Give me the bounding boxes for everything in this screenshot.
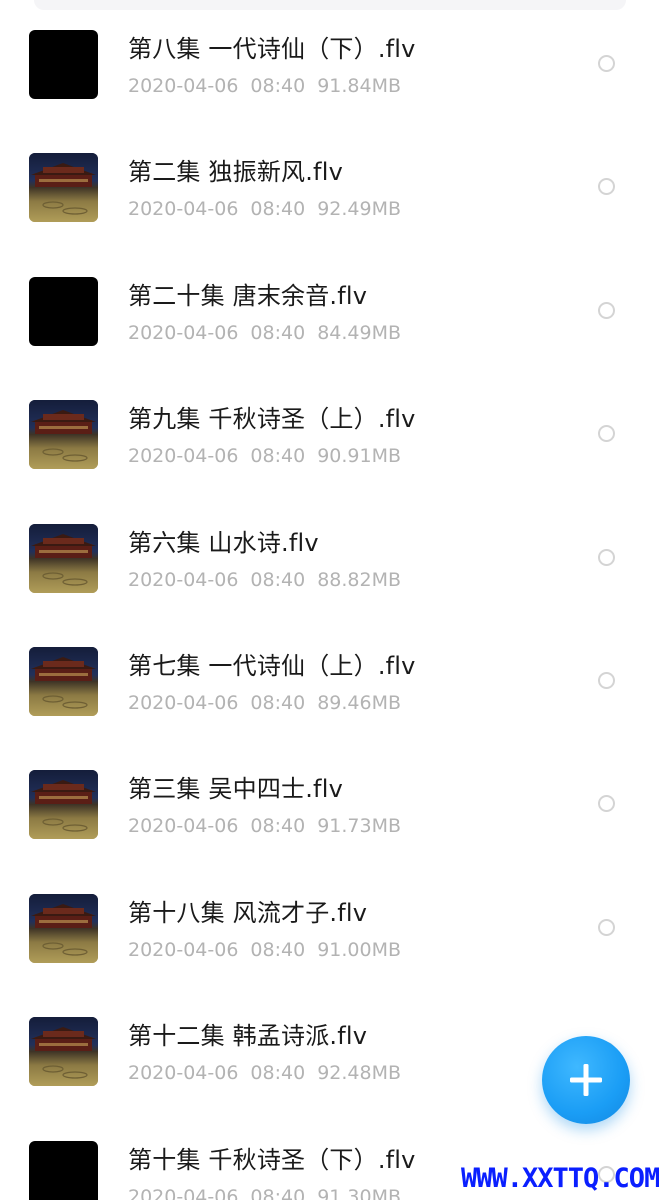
add-button[interactable] [542,1036,630,1124]
file-list-screen: 第八集 一代诗仙（下）.flv 2020-04-06 08:40 91.84MB 第二集… [0,0,659,1200]
select-radio[interactable] [598,548,615,566]
video-thumbnail [29,893,98,963]
file-meta: 2020-04-06 08:40 91.84MB [128,75,413,97]
file-time: 08:40 [250,1062,306,1085]
file-name: 第二集 独振新风.flv [128,158,343,187]
file-time: 08:40 [250,75,306,97]
file-name: 第二十集 唐末余音.flv [128,281,368,310]
select-radio[interactable] [598,55,615,72]
file-date: 2020-04-06 [128,1185,239,1200]
file-time: 08:40 [250,1185,306,1200]
file-meta: 2020-04-06 08:40 91.73MB [128,815,413,837]
file-date: 2020-04-06 [128,198,239,221]
file-name: 第十八集 风流才子.flv [128,898,368,927]
video-thumbnail [29,647,98,716]
file-date: 2020-04-06 [128,815,239,838]
video-thumbnail [29,523,98,593]
file-list-item[interactable]: 第二十集 唐末余音.flv 2020-04-06 08:40 84.49MB [0,246,659,369]
file-date: 2020-04-06 [128,321,239,344]
file-meta: 2020-04-06 08:40 89.46MB [128,692,413,714]
file-time: 08:40 [250,198,306,221]
file-list-item[interactable]: 第七集 一代诗仙（上）.flv 2020-04-06 08:40 89.46MB [0,616,659,739]
file-size: 84.49MB [317,321,402,344]
file-date: 2020-04-06 [128,568,239,591]
file-meta: 2020-04-06 08:40 92.49MB [128,198,413,220]
video-thumbnail-image [29,770,98,840]
file-time: 08:40 [250,815,306,838]
file-time: 08:40 [250,321,306,344]
video-thumbnail [29,1140,98,1200]
plus-icon [570,1064,602,1096]
video-thumbnail [29,1017,98,1087]
file-size: 91.30MB [317,1185,402,1200]
file-list-item[interactable]: 第八集 一代诗仙（下）.flv 2020-04-06 08:40 91.84MB [0,0,659,122]
select-radio[interactable] [598,918,615,936]
select-radio[interactable] [598,178,615,196]
video-thumbnail [29,30,98,99]
video-thumbnail [29,400,98,470]
file-size: 91.00MB [317,938,402,961]
file-time: 08:40 [250,568,306,591]
select-radio[interactable] [598,672,615,689]
file-name: 第七集 一代诗仙（上）.flv [128,652,416,680]
file-size: 91.84MB [317,75,402,97]
file-name: 第十集 千秋诗圣（下）.flv [128,1145,416,1174]
file-size: 91.73MB [317,815,402,838]
file-list-item[interactable]: 第九集 千秋诗圣（上）.flv 2020-04-06 08:40 90.91MB [0,369,659,492]
video-thumbnail-image [29,523,98,593]
video-thumbnail-image [29,647,98,716]
video-thumbnail-image [29,153,98,223]
file-name: 第八集 一代诗仙（下）.flv [128,35,416,63]
file-list-item[interactable]: 第三集 吴中四士.flv 2020-04-06 08:40 91.73MB [0,739,659,862]
file-size: 92.49MB [317,198,402,221]
file-name: 第十二集 韩孟诗派.flv [128,1022,368,1051]
select-radio[interactable] [598,301,615,319]
file-name: 第六集 山水诗.flv [128,528,319,557]
file-list-item[interactable]: 第十八集 风流才子.flv 2020-04-06 08:40 91.00MB [0,863,659,986]
video-thumbnail-image [29,1017,98,1087]
file-size: 90.91MB [317,445,402,468]
select-radio[interactable] [598,425,615,443]
file-meta: 2020-04-06 08:40 88.82MB [128,569,413,591]
file-list-item[interactable]: 第六集 山水诗.flv 2020-04-06 08:40 88.82MB [0,493,659,616]
video-thumbnail [29,276,98,346]
file-meta: 2020-04-06 08:40 91.30MB [128,1186,413,1200]
file-name: 第九集 千秋诗圣（上）.flv [128,405,416,434]
file-time: 08:40 [250,445,306,468]
file-date: 2020-04-06 [128,75,239,97]
file-date: 2020-04-06 [128,1062,239,1085]
video-thumbnail-image [29,893,98,963]
file-time: 08:40 [250,692,306,714]
file-meta: 2020-04-06 08:40 91.00MB [128,939,413,961]
file-meta: 2020-04-06 08:40 92.48MB [128,1062,413,1084]
file-size: 88.82MB [317,568,402,591]
select-radio[interactable] [598,795,615,813]
file-date: 2020-04-06 [128,445,239,468]
file-name: 第三集 吴中四士.flv [128,775,343,804]
file-size: 89.46MB [317,692,402,714]
file-date: 2020-04-06 [128,692,239,714]
file-meta: 2020-04-06 08:40 90.91MB [128,445,413,467]
file-size: 92.48MB [317,1062,402,1085]
watermark-text: WWW.XXTTQ.COM [461,1163,659,1194]
video-thumbnail [29,153,98,223]
video-thumbnail [29,770,98,840]
file-time: 08:40 [250,938,306,961]
file-meta: 2020-04-06 08:40 84.49MB [128,322,413,344]
file-list-item[interactable]: 第二集 独振新风.flv 2020-04-06 08:40 92.49MB [0,122,659,245]
file-date: 2020-04-06 [128,938,239,961]
video-thumbnail-image [29,400,98,470]
